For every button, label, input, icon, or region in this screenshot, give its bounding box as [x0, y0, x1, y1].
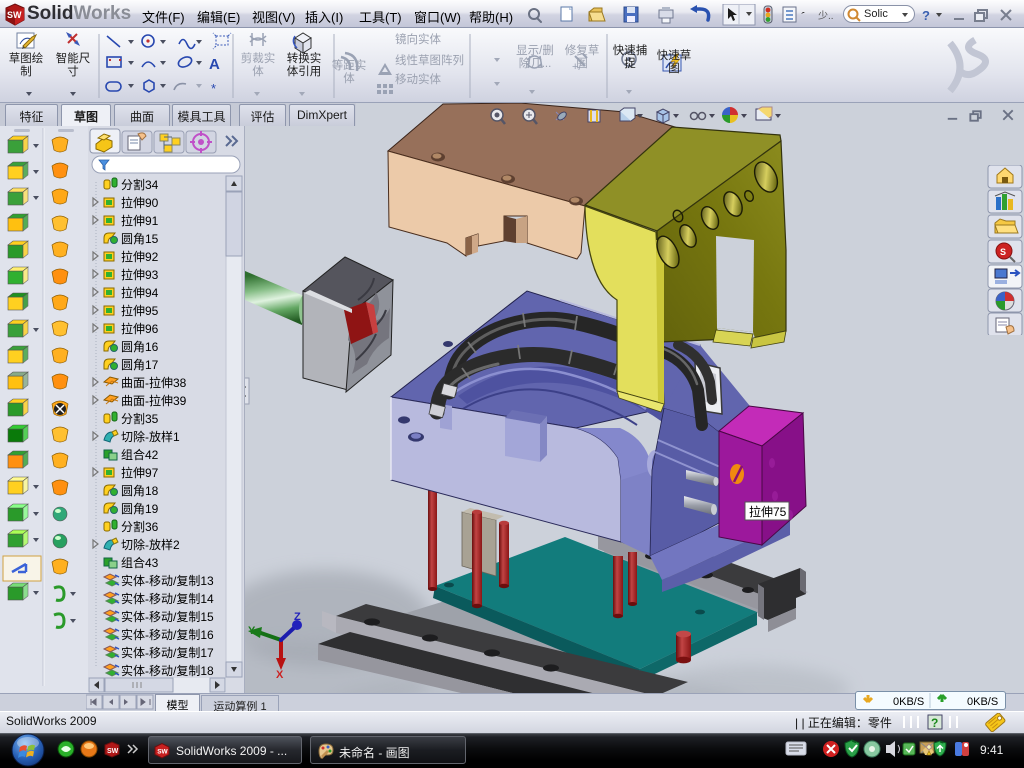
svg-text:实体-移动/复制18: 实体-移动/复制18	[121, 663, 214, 678]
svg-text:?: ?	[922, 8, 930, 23]
svg-text:圆角19: 圆角19	[121, 502, 159, 516]
svg-text:9:41: 9:41	[980, 743, 1004, 757]
svg-text:*: *	[211, 81, 216, 96]
svg-text:少..: 少..	[818, 10, 834, 22]
svg-text:圆角16: 圆角16	[121, 340, 159, 354]
svg-text:SW: SW	[107, 748, 119, 755]
svg-text:组合43: 组合43	[121, 555, 159, 570]
svg-text:SW: SW	[7, 10, 22, 20]
svg-text:实体-移动/复制17: 实体-移动/复制17	[121, 645, 214, 660]
svg-text:切除-放样1: 切除-放样1	[121, 429, 180, 444]
svg-text:圆角17: 圆角17	[121, 358, 159, 372]
svg-text:实体-移动/复制13: 实体-移动/复制13	[121, 573, 214, 588]
svg-text:S: S	[1000, 247, 1006, 257]
svg-text:拉伸96: 拉伸96	[121, 321, 159, 336]
svg-text:拉伸97: 拉伸97	[121, 465, 159, 480]
svg-text:0KB/S: 0KB/S	[967, 696, 998, 708]
svg-text:分割36: 分割36	[121, 519, 159, 534]
svg-text:实体-移动/复制15: 实体-移动/复制15	[121, 609, 214, 624]
svg-text:A: A	[209, 56, 220, 73]
svg-text:曲面-拉伸39: 曲面-拉伸39	[121, 393, 187, 408]
svg-text:组合42: 组合42	[121, 447, 159, 462]
svg-text:Y: Y	[248, 625, 256, 637]
svg-text:X: X	[276, 669, 284, 681]
svg-text:拉伸90: 拉伸90	[121, 195, 159, 210]
svg-text:SW: SW	[157, 749, 168, 756]
svg-text:拉伸75: 拉伸75	[749, 504, 787, 519]
svg-text:?: ?	[931, 716, 938, 730]
svg-text:拉伸93: 拉伸93	[121, 267, 159, 282]
svg-text:实体-移动/复制14: 实体-移动/复制14	[121, 591, 214, 606]
svg-text:分割34: 分割34	[121, 177, 159, 192]
svg-text:0KB/S: 0KB/S	[893, 696, 924, 708]
svg-text:圆角18: 圆角18	[121, 484, 159, 498]
svg-text:拉伸94: 拉伸94	[121, 285, 159, 300]
svg-text:拉伸92: 拉伸92	[121, 249, 159, 264]
svg-text:拉伸91: 拉伸91	[121, 213, 159, 228]
svg-text:切除-放样2: 切除-放样2	[121, 537, 180, 552]
svg-text:分割35: 分割35	[121, 411, 159, 426]
svg-text:实体-移动/复制16: 实体-移动/复制16	[121, 627, 214, 642]
svg-text:拉伸95: 拉伸95	[121, 303, 159, 318]
svg-text:圆角15: 圆角15	[121, 232, 159, 246]
svg-text:Z: Z	[294, 611, 301, 623]
svg-text:曲面-拉伸38: 曲面-拉伸38	[121, 375, 187, 390]
